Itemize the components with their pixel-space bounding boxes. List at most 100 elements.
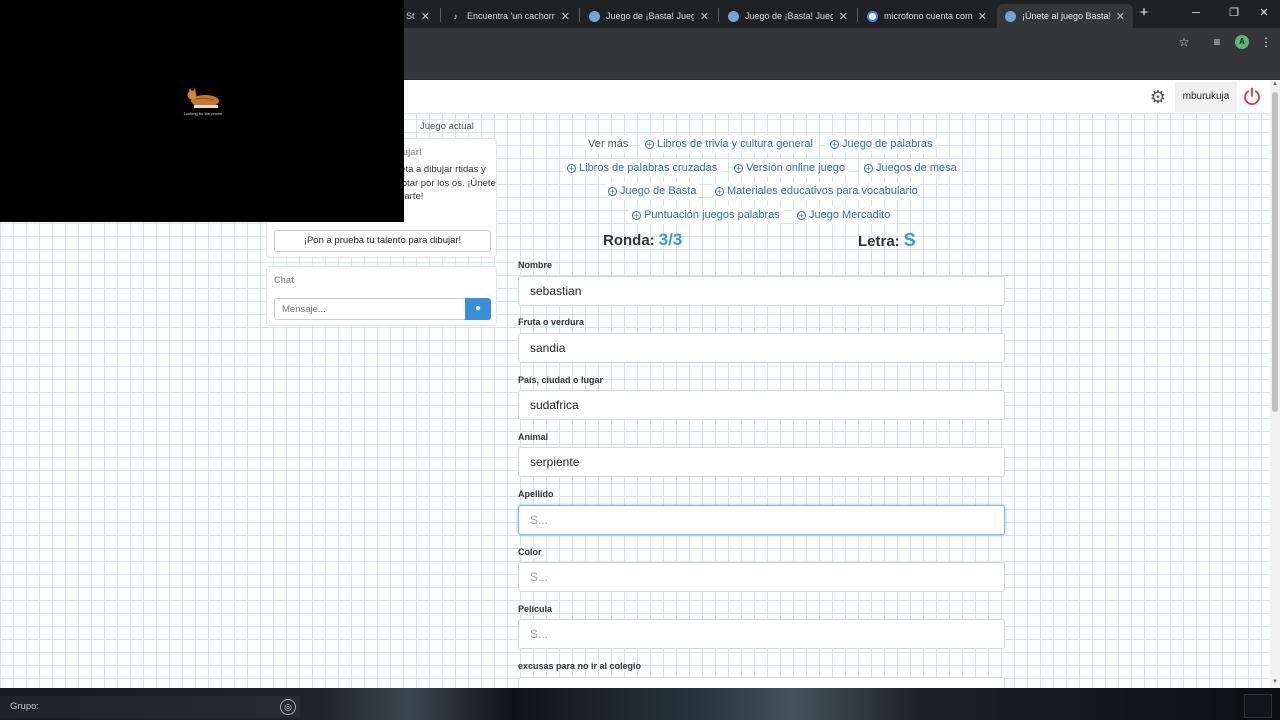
plus-circle-icon: + xyxy=(715,187,724,196)
related-link[interactable]: + Juego Mercadito xyxy=(792,206,896,224)
tab-divider xyxy=(718,8,719,22)
field-label: Nombre xyxy=(518,260,553,270)
round-value: 3/3 xyxy=(658,230,683,249)
profile-avatar[interactable]: A xyxy=(1235,35,1249,49)
browser-tab-active[interactable]: ¡Únete al juego Basta! ✕ xyxy=(997,4,1133,28)
letter-label: Letra: xyxy=(858,233,900,250)
related-link[interactable]: + Libros de palabras cruzadas xyxy=(562,159,723,177)
media-controls-icon[interactable]: ≡ xyxy=(1209,34,1225,50)
close-icon[interactable]: ✕ xyxy=(421,10,430,23)
related-link[interactable]: + Versión online juego xyxy=(729,159,851,177)
send-message-icon[interactable]: ● xyxy=(465,298,491,320)
close-icon[interactable]: ✕ xyxy=(700,10,709,23)
link-label: Juego Mercadito xyxy=(809,209,891,221)
picture-in-picture-video[interactable]: Looking for the phone xyxy=(0,0,404,222)
field-label: Película xyxy=(518,604,553,614)
plus-circle-icon: + xyxy=(632,211,641,220)
minimize-icon[interactable]: ─ xyxy=(1188,5,1204,21)
chat-title: Chat xyxy=(274,275,294,285)
chat-message-input[interactable] xyxy=(274,298,466,320)
new-tab-icon[interactable]: + xyxy=(1136,5,1152,21)
video-caption: Looking for the phone xyxy=(183,111,223,116)
field-label: País, ciudad o lugar xyxy=(518,375,604,385)
link-label: Juego de palabras xyxy=(842,138,933,150)
link-label: Libros de palabras cruzadas xyxy=(579,162,718,174)
round-indicator: Ronda: 3/3 xyxy=(603,230,682,250)
related-link[interactable]: + Juego de Basta xyxy=(603,182,702,200)
plus-circle-icon: + xyxy=(830,140,839,149)
site-favicon-icon xyxy=(1005,10,1016,22)
link-label: Libros de trivia y cultura general xyxy=(657,138,813,150)
scroll-down-icon[interactable]: ▼ xyxy=(1271,679,1279,685)
related-link[interactable]: + Puntuación juegos palabras xyxy=(627,206,785,224)
plus-circle-icon: + xyxy=(567,164,576,173)
group-input[interactable] xyxy=(0,696,300,718)
group-label: Grupo: xyxy=(10,701,40,712)
plus-circle-icon: + xyxy=(645,140,654,149)
link-label: Juego de Basta xyxy=(620,185,697,197)
tab-title: Juego de ¡Basta! Juega St xyxy=(606,11,694,21)
bookmark-star-icon[interactable]: ☆ xyxy=(1176,34,1192,50)
site-favicon-icon xyxy=(589,10,600,22)
page-scrollbar[interactable]: ▲ ▼ xyxy=(1270,80,1280,688)
restore-icon[interactable]: ❐ xyxy=(1226,5,1242,21)
link-label: Materiales educativos para vocabulario xyxy=(727,185,918,197)
tab-title: ¡Únete al juego Basta! xyxy=(1022,11,1110,21)
round-label: Ronda: xyxy=(603,232,655,249)
answer-input-nombre[interactable] xyxy=(518,276,1005,306)
tab-divider xyxy=(440,8,441,22)
field-label: Animal xyxy=(518,432,549,442)
window-close-icon[interactable]: ✕ xyxy=(1256,5,1272,21)
link-label: Juegos de mesa xyxy=(876,162,957,174)
answer-input-pais[interactable] xyxy=(518,390,1005,420)
tab-divider xyxy=(579,8,580,22)
answer-input-excusas[interactable] xyxy=(518,677,1005,688)
kebab-menu-icon[interactable]: ⋮ xyxy=(1258,34,1274,50)
scrollbar-thumb[interactable] xyxy=(1272,92,1278,412)
breadcrumb[interactable]: Juego actual xyxy=(420,121,474,132)
answer-input-pelicula[interactable] xyxy=(518,619,1005,649)
related-link[interactable]: + Juegos de mesa xyxy=(859,159,962,177)
related-link[interactable]: + Materiales educativos para vocabulario xyxy=(710,182,923,200)
gear-icon[interactable]: ⚙ xyxy=(1148,87,1168,107)
field-label: Fruta o verdura xyxy=(518,317,585,327)
scroll-up-icon[interactable]: ▲ xyxy=(1271,81,1279,87)
close-icon[interactable]: ✕ xyxy=(561,10,570,23)
browser-tab[interactable]: Juego de ¡Basta! Juega St ✕ xyxy=(581,4,717,28)
related-link[interactable]: + Libros de trivia y cultura general xyxy=(640,135,818,153)
answer-input-fruta[interactable] xyxy=(518,333,1005,363)
answer-input-animal[interactable] xyxy=(518,447,1005,477)
letter-indicator: Letra: S xyxy=(858,230,916,251)
answer-input-apellido[interactable] xyxy=(518,505,1005,535)
app-corner-icon[interactable] xyxy=(1244,694,1272,718)
site-favicon-icon xyxy=(728,10,739,22)
see-more-label: Ver más xyxy=(583,135,634,153)
power-icon[interactable] xyxy=(1242,86,1262,106)
related-link[interactable]: + Juego de palabras xyxy=(825,135,938,153)
drawing-challenge-button[interactable]: ¡Pon a prueba tu talento para dibujar! xyxy=(274,230,491,252)
chat-panel: Chat ● xyxy=(266,266,497,326)
tiktok-icon: ♪ xyxy=(453,11,458,21)
close-icon[interactable]: ✕ xyxy=(839,10,848,23)
answer-input-color[interactable] xyxy=(518,562,1005,592)
username-button[interactable]: mburukuja xyxy=(1175,82,1237,112)
target-icon[interactable]: ◎ xyxy=(280,699,296,715)
browser-tab[interactable]: ♪ Encuentra 'un cachorro fe ✕ xyxy=(442,4,578,28)
close-icon[interactable]: ✕ xyxy=(1116,10,1125,23)
link-label: Versión online juego xyxy=(746,162,846,174)
field-label: Color xyxy=(518,547,542,557)
plus-circle-icon: + xyxy=(608,187,617,196)
letter-value: S xyxy=(903,230,916,250)
tab-title: Juego de ¡Basta! Juega St xyxy=(745,11,833,21)
field-label: Apellido xyxy=(518,489,554,499)
browser-tab[interactable]: Juego de ¡Basta! Juega St ✕ xyxy=(720,4,856,28)
tab-title: Encuentra 'un cachorro fe xyxy=(467,11,555,21)
bottom-overlay-bar: Grupo: ◎ xyxy=(0,688,1280,720)
plus-circle-icon: + xyxy=(797,211,806,220)
browser-tab[interactable]: St ✕ xyxy=(398,4,438,28)
browser-tab[interactable]: microfono cuenta como ✕ xyxy=(859,4,995,28)
field-label: excusas para no ir al colegio xyxy=(518,661,642,671)
tab-divider xyxy=(857,8,858,22)
close-icon[interactable]: ✕ xyxy=(978,10,987,23)
plus-circle-icon: + xyxy=(864,164,873,173)
